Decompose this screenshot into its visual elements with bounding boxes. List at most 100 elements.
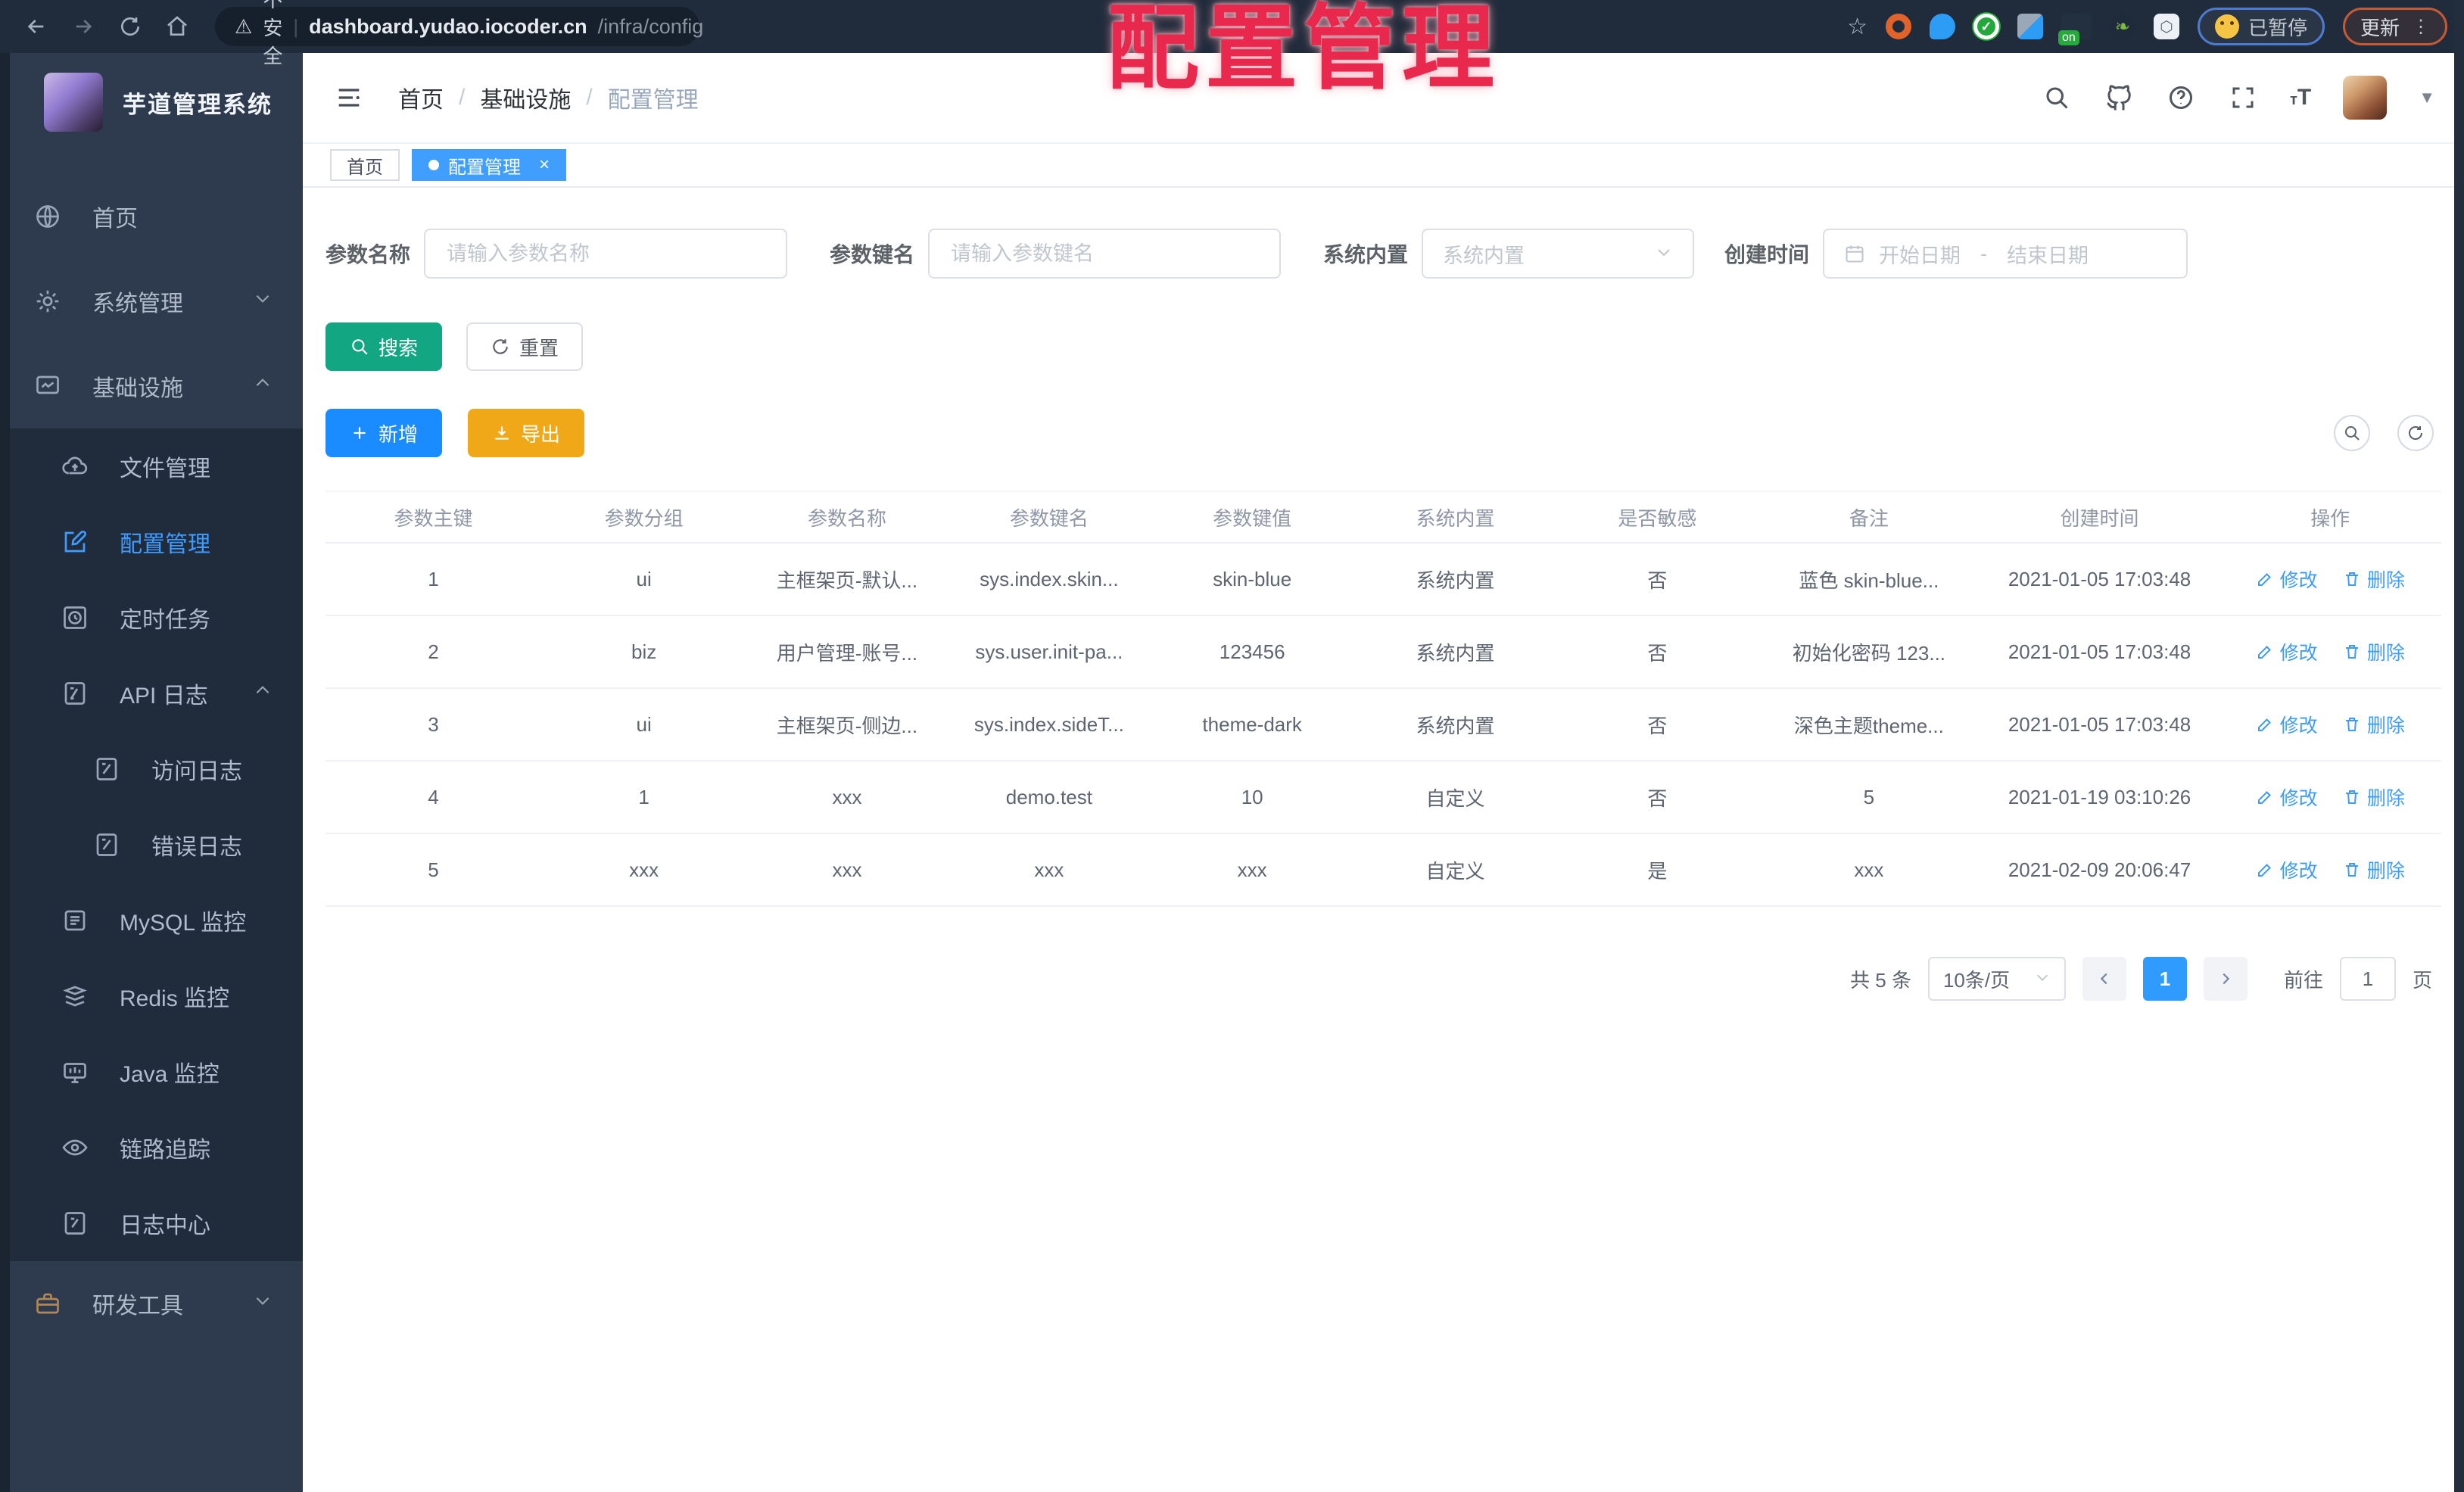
browser-back-icon[interactable] [17, 7, 56, 46]
sidebar-item-java-monitor[interactable]: Java 监控 [0, 1034, 303, 1110]
browser-extensions-area: ☆ ✓ on ❧ ⬡ 已暂停 更新 ⋮ [1847, 8, 2447, 45]
builtin-select[interactable]: 系统内置 [1422, 229, 1695, 279]
sidebar-item-config-manage[interactable]: 配置管理 [0, 504, 303, 580]
sidebar-item-log-center[interactable]: 日志中心 [0, 1185, 303, 1261]
user-avatar[interactable] [2343, 76, 2388, 120]
param-key-input[interactable] [928, 229, 1282, 279]
sidebar-item-label: 首页 [92, 207, 138, 232]
date-end-placeholder[interactable]: 结束日期 [2007, 239, 2089, 269]
param-name-input[interactable] [424, 229, 788, 279]
edit-link[interactable]: 修改 [2256, 783, 2318, 811]
breadcrumb-separator: / [459, 85, 466, 110]
breadcrumb-home[interactable]: 首页 [398, 81, 444, 114]
edit-link[interactable]: 修改 [2256, 638, 2318, 665]
sidebar-item-trace[interactable]: 链路追踪 [0, 1110, 303, 1185]
sidebar-submenu-infra: 文件管理 配置管理 定时任务 API 日志 访问日志 错误日志 MySQL 监控… [0, 428, 303, 1261]
sidebar-item-file-manage[interactable]: 文件管理 [0, 428, 303, 504]
url-path: /infra/config [597, 14, 704, 38]
prev-page-button[interactable] [2082, 957, 2126, 1001]
tag-home[interactable]: 首页 [330, 149, 400, 181]
reset-button[interactable]: 重置 [466, 322, 584, 371]
annotation-overlay-title: 配置管理 [1107, 0, 1500, 100]
extension-leaf-icon[interactable]: ❧ [2109, 14, 2135, 39]
collapse-sidebar-icon[interactable] [332, 80, 366, 115]
toggle-search-icon[interactable] [2334, 415, 2370, 451]
column-header: 是否敏感 [1556, 491, 1758, 544]
sidebar-item-dev-tools[interactable]: 研发工具 [0, 1261, 303, 1346]
cell: 2021-01-05 17:03:48 [1980, 688, 2219, 762]
browser-menu-icon[interactable]: ⋮ [2412, 16, 2430, 38]
page-size-select[interactable]: 10条/页 [1927, 957, 2066, 1001]
cell: ui [541, 688, 747, 762]
delete-link[interactable]: 删除 [2343, 565, 2405, 593]
refresh-icon[interactable] [2397, 415, 2434, 451]
navbar-actions: тT ▼ [2042, 76, 2435, 120]
chevron-down-icon [253, 288, 273, 314]
sidebar-item-access-log[interactable]: 访问日志 [0, 731, 303, 807]
delete-link[interactable]: 删除 [2343, 856, 2405, 883]
sidebar-item-api-log[interactable]: API 日志 [0, 656, 303, 731]
date-start-placeholder[interactable]: 开始日期 [1879, 239, 1961, 269]
sidebar-item-system[interactable]: 系统管理 [0, 259, 303, 344]
search-icon[interactable] [2042, 83, 2072, 113]
edit-link[interactable]: 修改 [2256, 565, 2318, 593]
extension-orange-icon[interactable] [1885, 14, 1911, 39]
sidebar-item-mysql-monitor[interactable]: MySQL 监控 [0, 883, 303, 958]
bookmark-star-icon[interactable]: ☆ [1847, 14, 1867, 40]
paused-badge[interactable]: 已暂停 [2197, 8, 2325, 45]
sidebar-item-label: 研发工具 [92, 1294, 183, 1319]
sidebar-item-redis-monitor[interactable]: Redis 监控 [0, 958, 303, 1034]
breadcrumb-infra[interactable]: 基础设施 [480, 81, 571, 114]
edit-link[interactable]: 修改 [2256, 856, 2318, 883]
add-button[interactable]: 新增 [326, 409, 443, 457]
log-icon [92, 830, 121, 859]
sidebar-item-cron-job[interactable]: 定时任务 [0, 580, 303, 656]
search-button[interactable]: 搜索 [326, 322, 443, 371]
app-logo-row[interactable]: 芋道管理系统 [0, 53, 303, 139]
edit-link[interactable]: 修改 [2256, 711, 2318, 738]
delete-link[interactable]: 删除 [2343, 638, 2405, 665]
cell: 自定义 [1353, 761, 1557, 834]
font-size-icon[interactable]: тT [2290, 85, 2311, 111]
github-icon[interactable] [2104, 83, 2134, 113]
sidebar-item-label: 配置管理 [120, 532, 210, 557]
delete-link[interactable]: 删除 [2343, 783, 2405, 811]
sidebar-item-label: 错误日志 [151, 835, 242, 860]
browser-forward-icon[interactable] [64, 7, 103, 46]
sidebar-item-infra[interactable]: 基础设施 [0, 344, 303, 428]
update-label: 更新 [2360, 16, 2400, 39]
user-menu-caret-icon[interactable]: ▼ [2419, 88, 2435, 107]
chevron-down-icon [253, 1291, 273, 1316]
tag-config-manage[interactable]: 配置管理 × [412, 149, 567, 181]
param-name-input-field[interactable] [445, 241, 767, 266]
fullscreen-icon[interactable] [2228, 83, 2258, 113]
breadcrumb: 首页 / 基础设施 / 配置管理 [398, 81, 699, 114]
page-number-1[interactable]: 1 [2142, 957, 2187, 1001]
export-button[interactable]: 导出 [468, 409, 585, 457]
filter-form: 参数名称 参数键名 系统内置 系统内置 [326, 229, 2441, 279]
extension-grid-icon[interactable] [2017, 14, 2043, 39]
chevron-up-icon [253, 681, 273, 706]
sidebar-item-error-log[interactable]: 错误日志 [0, 807, 303, 883]
next-page-button[interactable] [2203, 957, 2248, 1001]
column-header: 操作 [2219, 491, 2441, 544]
extension-on-icon[interactable]: on [2057, 14, 2092, 45]
extension-pin-icon[interactable] [1929, 14, 1955, 39]
column-header: 参数键名 [947, 491, 1151, 544]
address-bar[interactable]: ⚠ 不安全 | dashboard.yudao.iocoder.cn/infra… [215, 0, 703, 67]
date-range-picker[interactable]: 开始日期 - 结束日期 [1823, 229, 2188, 279]
browser-reload-icon[interactable] [111, 7, 150, 46]
active-tag-dot-icon [428, 160, 439, 170]
help-icon[interactable] [2166, 83, 2196, 113]
browser-home-icon[interactable] [157, 7, 197, 46]
param-key-input-field[interactable] [949, 241, 1260, 266]
goto-page-input[interactable] [2339, 957, 2396, 1001]
column-header: 参数分组 [541, 491, 747, 544]
delete-link[interactable]: 删除 [2343, 711, 2405, 738]
java-monitor-icon [61, 1057, 89, 1086]
extension-check-icon[interactable]: ✓ [1973, 14, 1999, 39]
sidebar-item-home[interactable]: 首页 [0, 174, 303, 259]
update-button[interactable]: 更新 ⋮ [2342, 8, 2447, 45]
close-tag-icon[interactable]: × [539, 154, 550, 176]
extensions-puzzle-icon[interactable]: ⬡ [2153, 14, 2179, 39]
